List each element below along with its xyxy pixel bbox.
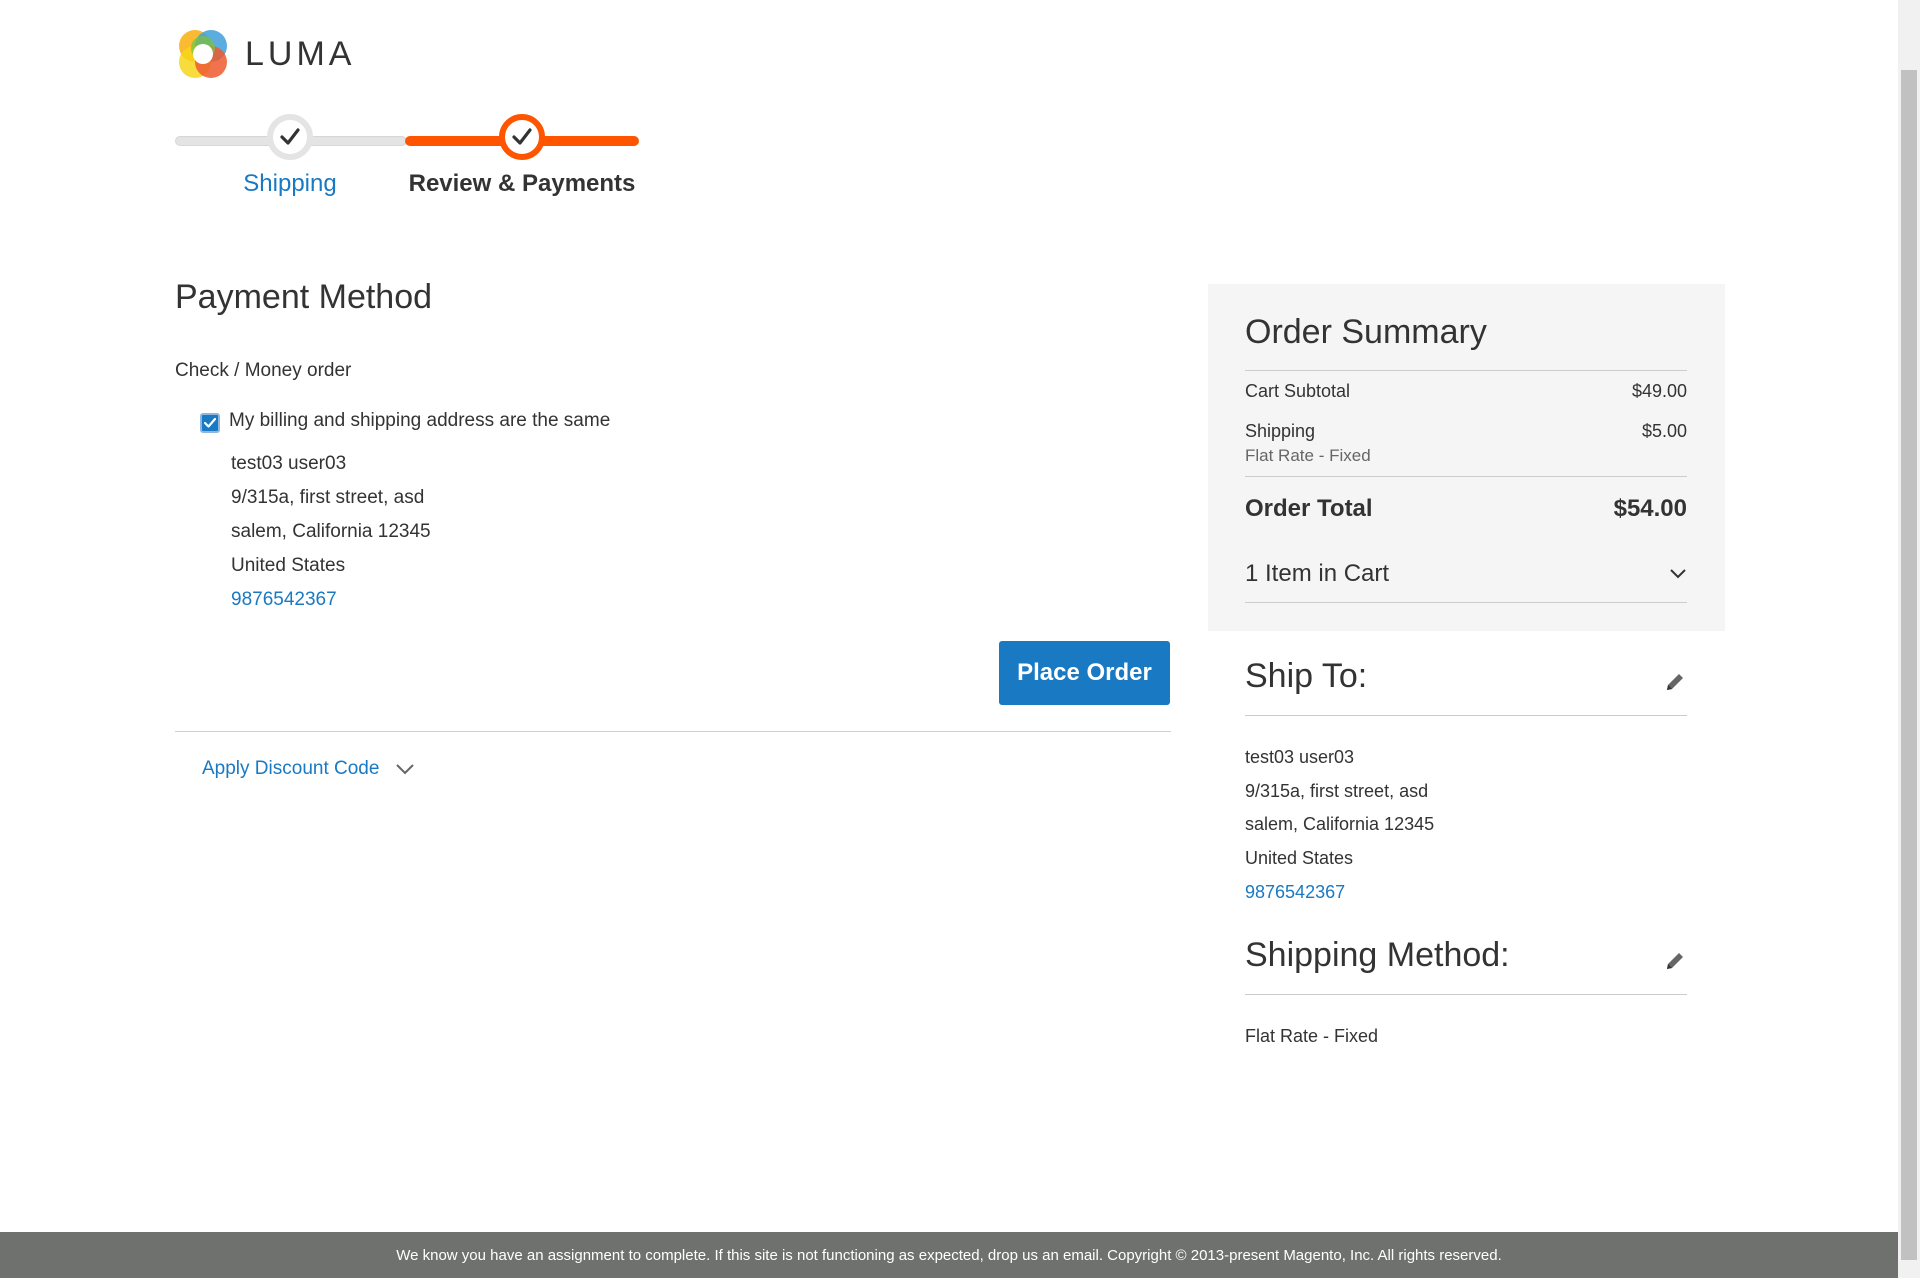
payment-method-name: Check / Money order <box>175 360 352 381</box>
logo-text: LUMA <box>245 34 356 73</box>
luma-logo-icon <box>179 30 227 78</box>
apply-discount-label: Apply Discount Code <box>202 758 380 779</box>
checkmark-icon <box>203 417 217 428</box>
shipping-value: $5.00 <box>1641 421 1687 441</box>
edit-ship-to-icon[interactable] <box>1663 670 1687 694</box>
step-review-indicator <box>499 114 545 160</box>
pencil-icon <box>1667 674 1683 690</box>
chevron-down-icon <box>1670 569 1686 579</box>
shipping-method-note: Flat Rate - Fixed <box>1245 446 1371 465</box>
billing-address-city: salem, California 12345 <box>231 521 431 542</box>
billing-address-phone[interactable]: 9876542367 <box>231 589 337 611</box>
scrollbar-thumb[interactable] <box>1901 70 1917 1260</box>
chevron-down-icon <box>396 764 415 775</box>
step-shipping-link[interactable]: Shipping <box>170 170 410 198</box>
items-in-cart-toggle[interactable]: 1 Item in Cart <box>1245 560 1687 588</box>
billing-address-country: United States <box>231 555 346 576</box>
divider <box>1245 602 1687 603</box>
place-order-button[interactable]: Place Order <box>999 641 1170 705</box>
step-review-label: Review & Payments <box>408 170 636 197</box>
order-total-value: $54.00 <box>1613 495 1687 522</box>
same-address-checkbox[interactable] <box>200 413 220 433</box>
shipping-method-title: Shipping Method: <box>1245 936 1510 974</box>
checkmark-icon <box>280 128 300 145</box>
footer-text: We know you have an assignment to comple… <box>396 1246 1502 1264</box>
luma-logo[interactable]: LUMA <box>175 24 355 84</box>
divider <box>1245 994 1687 995</box>
footer-notice: We know you have an assignment to comple… <box>0 1232 1898 1278</box>
order-total-row: Order Total $54.00 <box>1245 495 1687 523</box>
divider <box>1245 476 1687 477</box>
ship-to-title: Ship To: <box>1245 657 1368 695</box>
shipping-method-value: Flat Rate - Fixed <box>1245 1026 1379 1046</box>
ship-to-country: United States <box>1245 848 1354 868</box>
step-shipping-indicator <box>267 114 313 160</box>
divider <box>1245 370 1687 371</box>
edit-shipping-method-icon[interactable] <box>1663 949 1687 973</box>
shipping-row: Shipping $5.00 <box>1245 421 1687 442</box>
checkmark-icon <box>512 128 532 145</box>
order-total-label: Order Total <box>1245 495 1373 522</box>
apply-discount-toggle[interactable]: Apply Discount Code <box>202 758 415 780</box>
ship-to-phone[interactable]: 9876542367 <box>1245 882 1345 903</box>
cart-subtotal-label: Cart Subtotal <box>1245 381 1351 401</box>
items-in-cart-label: 1 Item in Cart <box>1245 560 1390 587</box>
billing-address-street: 9/315a, first street, asd <box>231 487 425 508</box>
ship-to-city: salem, California 12345 <box>1245 814 1435 834</box>
cart-subtotal-row: Cart Subtotal $49.00 <box>1245 381 1687 402</box>
ship-to-street: 9/315a, first street, asd <box>1245 781 1429 801</box>
payment-method-title: Payment Method <box>175 278 433 316</box>
shipping-label: Shipping <box>1245 421 1316 441</box>
divider <box>1245 715 1687 716</box>
cart-subtotal-value: $49.00 <box>1631 381 1687 401</box>
ship-to-name: test03 user03 <box>1245 747 1355 767</box>
same-address-label[interactable]: My billing and shipping address are the … <box>229 410 610 432</box>
divider <box>175 731 1171 732</box>
order-summary-title: Order Summary <box>1245 313 1487 351</box>
billing-address-name: test03 user03 <box>231 453 347 474</box>
pencil-icon <box>1667 953 1683 969</box>
